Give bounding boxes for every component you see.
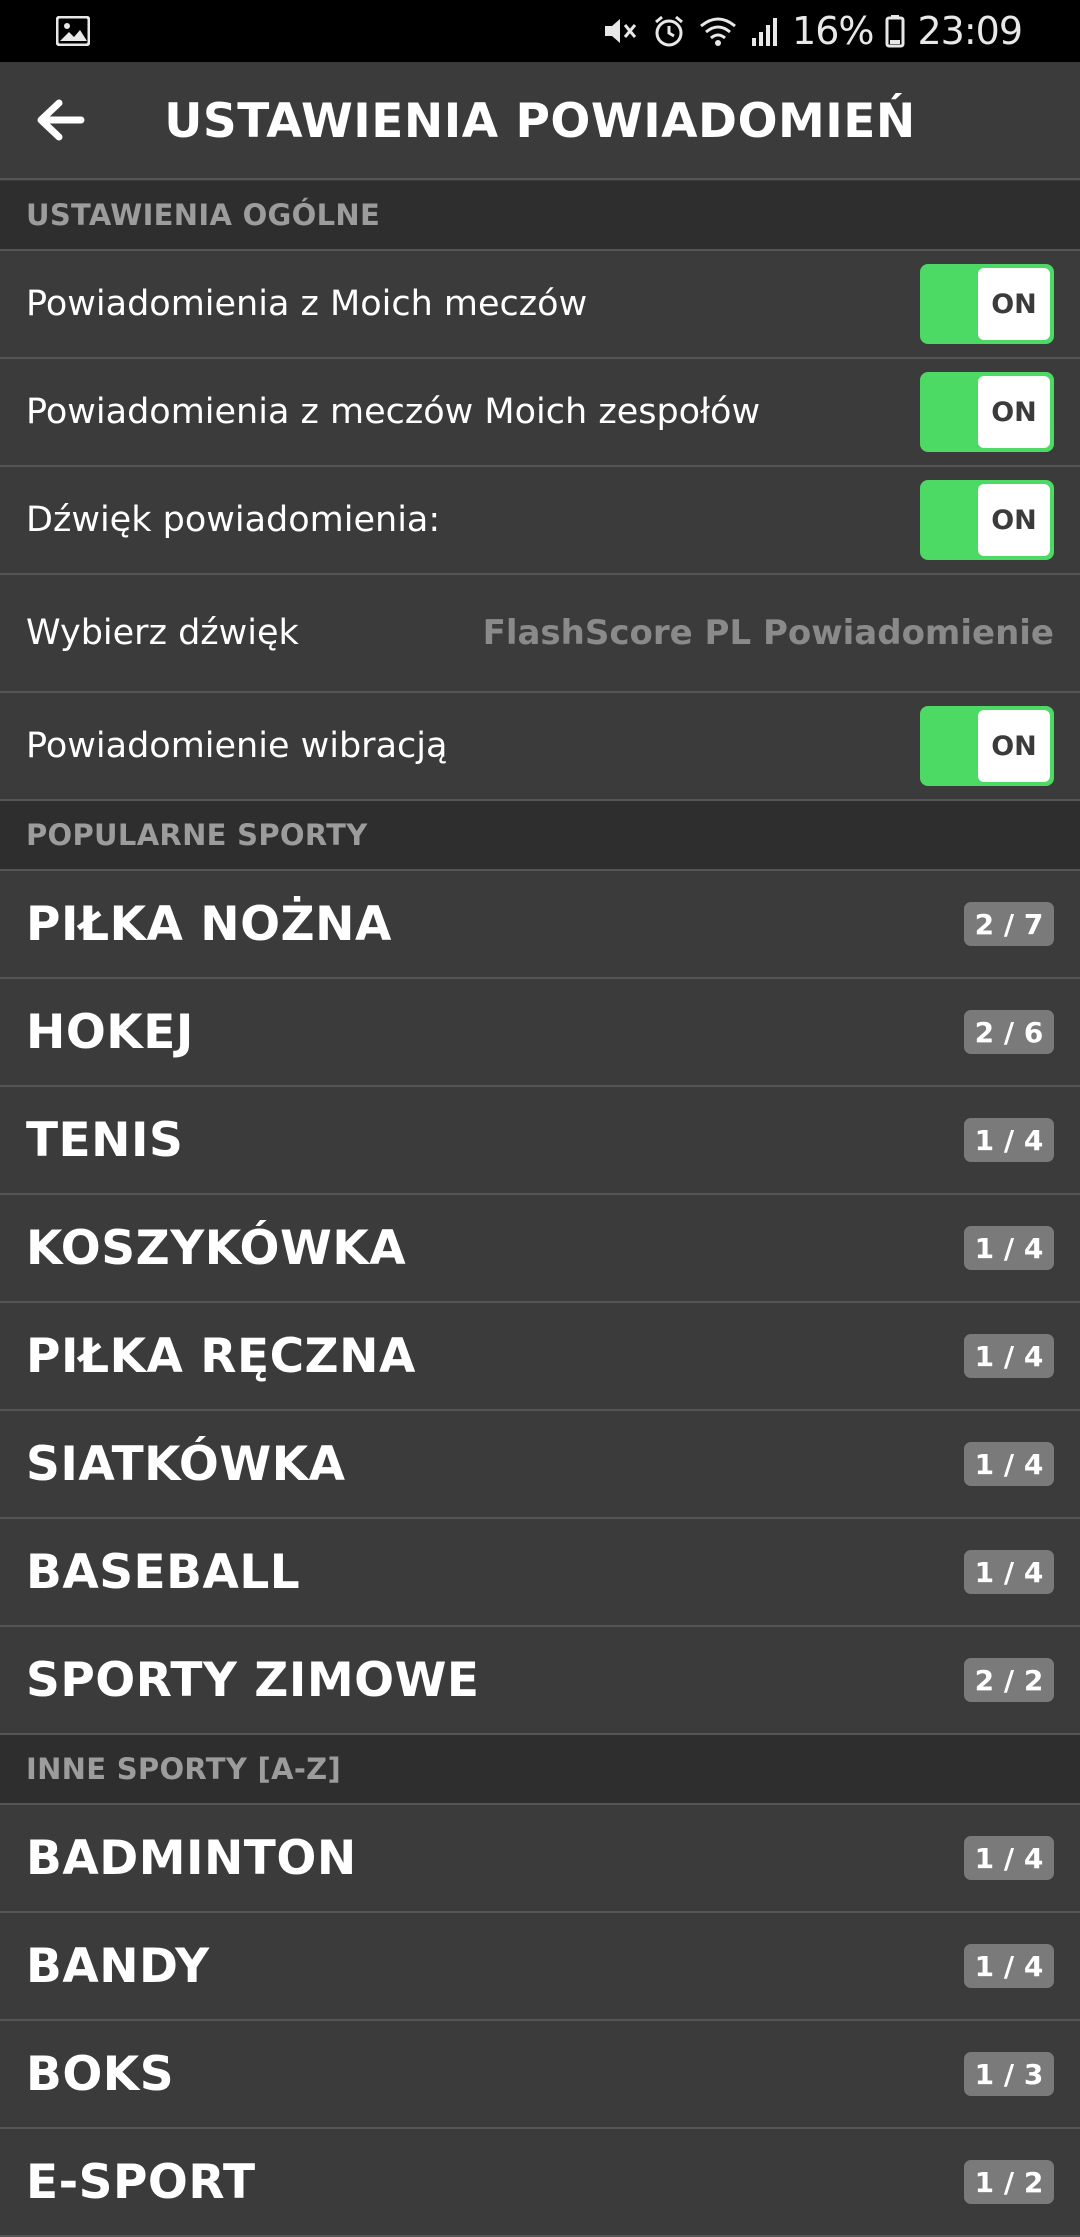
sport-name: PIŁKA RĘCZNA [26, 1328, 416, 1384]
sport-row-pilka-nozna[interactable]: PIŁKA NOŻNA 2 / 7 [0, 871, 1080, 979]
sport-name: BOKS [26, 2046, 175, 2102]
sport-count-badge: 1 / 4 [964, 1334, 1054, 1378]
toggle-knob: ON [978, 268, 1050, 340]
app-bar: USTAWIENIA POWIADOMIEŃ [0, 62, 1080, 180]
sport-count-badge: 1 / 4 [964, 1836, 1054, 1880]
page-title: USTAWIENIA POWIADOMIEŃ [164, 93, 916, 149]
sport-count-badge: 1 / 4 [964, 1944, 1054, 1988]
mute-icon [602, 14, 640, 48]
sport-name: E-SPORT [26, 2154, 256, 2210]
sport-count-badge: 1 / 2 [964, 2160, 1054, 2204]
setting-label: Powiadomienia z Moich meczów [26, 284, 588, 324]
setting-my-teams: Powiadomienia z meczów Moich zespołów ON [0, 359, 1080, 467]
my-matches-toggle[interactable]: ON [920, 264, 1054, 344]
sport-row-sporty-zimowe[interactable]: SPORTY ZIMOWE 2 / 2 [0, 1627, 1080, 1735]
section-header-other: INNE SPORTY [A-Z] [0, 1735, 1080, 1805]
sport-name: KOSZYKÓWKA [26, 1220, 407, 1276]
choose-sound-value: FlashScore PL Powiadomienie [482, 613, 1054, 653]
sport-name: PIŁKA NOŻNA [26, 896, 392, 952]
setting-label: Powiadomienie wibracją [26, 726, 448, 766]
sport-row-bandy[interactable]: BANDY 1 / 4 [0, 1913, 1080, 2021]
status-left [56, 16, 90, 46]
settings-list[interactable]: USTAWIENIA OGÓLNE Powiadomienia z Moich … [0, 181, 1080, 2237]
sport-name: SIATKÓWKA [26, 1436, 346, 1492]
toggle-knob: ON [978, 376, 1050, 448]
sport-count-badge: 1 / 3 [964, 2052, 1054, 2096]
sport-name: BASEBALL [26, 1544, 301, 1600]
setting-choose-sound[interactable]: Wybierz dźwięk FlashScore PL Powiadomien… [0, 575, 1080, 693]
setting-label: Dźwięk powiadomienia: [26, 500, 441, 540]
signal-icon [750, 14, 780, 48]
sport-row-tenis[interactable]: TENIS 1 / 4 [0, 1087, 1080, 1195]
sport-count-badge: 2 / 6 [964, 1010, 1054, 1054]
sport-row-baseball[interactable]: BASEBALL 1 / 4 [0, 1519, 1080, 1627]
battery-icon [885, 14, 905, 48]
sport-name: SPORTY ZIMOWE [26, 1652, 480, 1708]
status-right: 16% 23:09 [602, 9, 1023, 53]
sound-toggle[interactable]: ON [920, 480, 1054, 560]
sport-row-pilka-reczna[interactable]: PIŁKA RĘCZNA 1 / 4 [0, 1303, 1080, 1411]
sport-count-badge: 2 / 2 [964, 1658, 1054, 1702]
alarm-icon [652, 14, 686, 48]
sport-count-badge: 1 / 4 [964, 1442, 1054, 1486]
battery-percent: 16% [792, 9, 874, 53]
sport-name: TENIS [26, 1112, 184, 1168]
back-arrow-icon [35, 98, 85, 146]
sport-count-badge: 1 / 4 [964, 1550, 1054, 1594]
setting-my-matches: Powiadomienia z Moich meczów ON [0, 251, 1080, 359]
sport-name: BANDY [26, 1938, 210, 1994]
toggle-knob: ON [978, 710, 1050, 782]
vibration-toggle[interactable]: ON [920, 706, 1054, 786]
clock: 23:09 [917, 9, 1023, 53]
sport-row-koszykowka[interactable]: KOSZYKÓWKA 1 / 4 [0, 1195, 1080, 1303]
sport-name: BADMINTON [26, 1830, 357, 1886]
section-header-general: USTAWIENIA OGÓLNE [0, 181, 1080, 251]
sport-row-badminton[interactable]: BADMINTON 1 / 4 [0, 1805, 1080, 1913]
setting-sound: Dźwięk powiadomienia: ON [0, 467, 1080, 575]
back-button[interactable] [28, 90, 92, 154]
sport-count-badge: 2 / 7 [964, 902, 1054, 946]
sport-row-boks[interactable]: BOKS 1 / 3 [0, 2021, 1080, 2129]
status-bar: 16% 23:09 [0, 0, 1080, 62]
wifi-icon [698, 14, 738, 48]
sport-row-e-sport[interactable]: E-SPORT 1 / 2 [0, 2129, 1080, 2237]
toggle-knob: ON [978, 484, 1050, 556]
setting-label: Wybierz dźwięk [26, 613, 299, 653]
sport-row-hokej[interactable]: HOKEJ 2 / 6 [0, 979, 1080, 1087]
setting-label: Powiadomienia z meczów Moich zespołów [26, 392, 761, 432]
section-header-popular: POPULARNE SPORTY [0, 801, 1080, 871]
sport-count-badge: 1 / 4 [964, 1226, 1054, 1270]
gallery-notification-icon [56, 16, 90, 46]
my-teams-toggle[interactable]: ON [920, 372, 1054, 452]
sport-name: HOKEJ [26, 1004, 194, 1060]
sport-row-siatkowka[interactable]: SIATKÓWKA 1 / 4 [0, 1411, 1080, 1519]
sport-count-badge: 1 / 4 [964, 1118, 1054, 1162]
setting-vibration: Powiadomienie wibracją ON [0, 693, 1080, 801]
